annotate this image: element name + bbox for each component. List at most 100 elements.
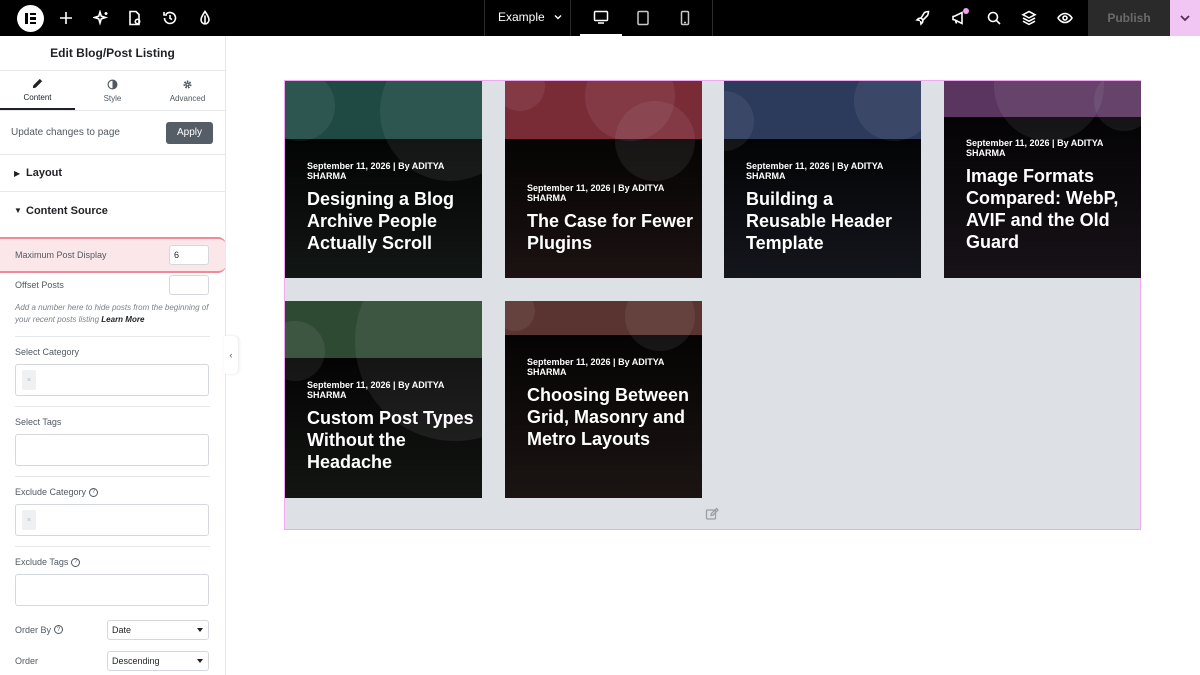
caret-down-icon: ▼ bbox=[14, 206, 22, 215]
order-by-select[interactable]: Date bbox=[107, 619, 209, 640]
plus-icon[interactable] bbox=[57, 9, 75, 27]
chip-placeholder: × bbox=[22, 370, 36, 390]
sparkle-icon[interactable] bbox=[92, 9, 110, 27]
post-meta: September 11, 2026 | By ADITYA SHARMA bbox=[527, 357, 665, 377]
offset-label: Offset Posts bbox=[15, 280, 64, 290]
post-card[interactable]: September 11, 2026 | By ADITYA SHARMA Cus… bbox=[285, 301, 482, 498]
tab-content[interactable]: Content bbox=[0, 71, 75, 110]
caret-down-icon bbox=[197, 627, 203, 632]
post-meta: September 11, 2026 | By ADITYA SHARMA bbox=[307, 380, 445, 400]
post-title[interactable]: Choosing Between Grid, Masonry and Metro… bbox=[527, 384, 697, 450]
order-value: Descending bbox=[112, 655, 160, 666]
tab-content-label: Content bbox=[23, 92, 52, 102]
search-icon[interactable] bbox=[985, 9, 1003, 27]
decorative-circle bbox=[615, 101, 695, 181]
select-tags-input[interactable] bbox=[15, 434, 209, 466]
post-title[interactable]: The Case for Fewer Plugins bbox=[527, 210, 697, 254]
apply-button[interactable]: Apply bbox=[166, 121, 213, 144]
separator bbox=[570, 0, 571, 36]
editor-panel: Edit Blog/Post Listing Content Style Adv… bbox=[0, 36, 226, 675]
select-category-input[interactable]: × bbox=[15, 364, 209, 396]
order-label: Order bbox=[15, 655, 39, 666]
desktop-icon[interactable] bbox=[580, 0, 622, 36]
post-card[interactable]: September 11, 2026 | By ADITYA SHARMA Des… bbox=[285, 81, 482, 278]
publish-options-button[interactable] bbox=[1170, 0, 1200, 36]
page-settings-icon[interactable] bbox=[126, 9, 144, 27]
layers-icon[interactable] bbox=[1020, 9, 1038, 27]
history-icon[interactable] bbox=[161, 9, 179, 27]
post-title[interactable]: Image Formats Compared: WebP, AVIF and t… bbox=[966, 165, 1136, 253]
post-card[interactable]: September 11, 2026 | By ADITYA SHARMA Ima… bbox=[944, 81, 1141, 278]
order-by-row: Order By ? Date bbox=[0, 614, 225, 645]
offset-hint: Add a number here to hide posts from the… bbox=[0, 302, 225, 326]
page-name: Example bbox=[498, 10, 545, 24]
update-row: Update changes to page Apply bbox=[0, 111, 225, 155]
select-category-label: Select Category bbox=[0, 337, 225, 357]
post-card[interactable]: September 11, 2026 | By ADITYA SHARMA Cho… bbox=[505, 301, 702, 498]
elementor-logo-icon[interactable] bbox=[17, 5, 44, 32]
post-title[interactable]: Building a Reusable Header Template bbox=[746, 188, 916, 254]
max-post-label: Maximum Post Display bbox=[15, 250, 107, 260]
order-by-label: Order By ? bbox=[15, 624, 64, 635]
exclude-tags-input[interactable] bbox=[15, 574, 209, 606]
section-layout[interactable]: ▶ Layout bbox=[0, 155, 225, 192]
exclude-category-label: Exclude Category ? bbox=[0, 477, 225, 497]
post-meta: September 11, 2026 | By ADITYA SHARMA bbox=[527, 183, 665, 203]
top-bar: Example Publish bbox=[0, 0, 1200, 36]
panel-tabs: Content Style Advanced bbox=[0, 71, 225, 111]
notification-dot bbox=[963, 8, 969, 14]
caret-right-icon: ▶ bbox=[14, 168, 21, 178]
exclude-category-label-text: Exclude Category bbox=[15, 487, 87, 497]
gear-icon bbox=[183, 79, 192, 89]
publish-button[interactable]: Publish bbox=[1088, 0, 1170, 36]
exclude-tags-label: Exclude Tags ? bbox=[0, 547, 225, 567]
chip-placeholder: × bbox=[22, 510, 36, 530]
learn-more-link[interactable]: Learn More bbox=[101, 315, 144, 324]
offset-row: Offset Posts bbox=[0, 271, 225, 299]
section-layout-label: Layout bbox=[26, 167, 63, 179]
chevron-down-icon bbox=[554, 15, 562, 20]
post-card[interactable]: September 11, 2026 | By ADITYA SHARMA Bui… bbox=[724, 81, 921, 278]
help-icon[interactable]: ? bbox=[54, 625, 64, 634]
exclude-tags-label-text: Exclude Tags bbox=[15, 557, 69, 567]
caret-down-icon bbox=[197, 658, 203, 663]
post-title[interactable]: Custom Post Types Without the Headache bbox=[307, 407, 477, 473]
offset-input[interactable] bbox=[169, 275, 209, 295]
pencil-icon bbox=[32, 78, 43, 88]
order-by-label-text: Order By bbox=[15, 624, 52, 635]
tablet-icon[interactable] bbox=[622, 0, 664, 36]
order-select[interactable]: Descending bbox=[107, 650, 209, 671]
panel-title: Edit Blog/Post Listing bbox=[0, 36, 225, 71]
select-tags-label-text: Select Tags bbox=[15, 417, 62, 427]
post-meta: September 11, 2026 | By ADITYA SHARMA bbox=[746, 161, 884, 181]
mobile-icon[interactable] bbox=[664, 0, 706, 36]
separator bbox=[712, 0, 713, 36]
chevron-down-icon bbox=[1180, 15, 1190, 22]
select-tags-label: Select Tags bbox=[0, 407, 225, 427]
eye-icon[interactable] bbox=[1056, 9, 1074, 27]
site-style-icon[interactable] bbox=[196, 9, 214, 27]
contrast-icon bbox=[107, 79, 118, 89]
max-post-row: Maximum Post Display 6 bbox=[0, 239, 225, 271]
section-content-source[interactable]: ▼ Content Source bbox=[0, 192, 225, 229]
post-title[interactable]: Designing a Blog Archive People Actually… bbox=[307, 188, 477, 254]
separator bbox=[484, 0, 485, 36]
help-icon[interactable]: ? bbox=[89, 487, 99, 497]
panel-collapse-handle[interactable]: ‹ bbox=[224, 336, 238, 374]
post-meta: September 11, 2026 | By ADITYA SHARMA bbox=[307, 161, 445, 181]
help-icon[interactable]: ? bbox=[71, 557, 81, 567]
rocket-icon[interactable] bbox=[914, 9, 932, 27]
tab-advanced[interactable]: Advanced bbox=[150, 71, 225, 110]
tab-style[interactable]: Style bbox=[75, 71, 150, 110]
tab-style-label: Style bbox=[103, 93, 122, 103]
page-selector[interactable]: Example bbox=[498, 10, 563, 24]
post-card[interactable]: September 11, 2026 | By ADITYA SHARMA The… bbox=[505, 81, 702, 278]
tab-advanced-label: Advanced bbox=[169, 93, 206, 103]
edit-widget-icon[interactable] bbox=[705, 507, 719, 521]
order-row: Order Descending bbox=[0, 645, 225, 675]
max-post-input[interactable]: 6 bbox=[169, 245, 209, 265]
post-meta: September 11, 2026 | By ADITYA SHARMA bbox=[966, 138, 1104, 158]
order-by-value: Date bbox=[112, 624, 132, 635]
exclude-category-input[interactable]: × bbox=[15, 504, 209, 536]
select-category-label-text: Select Category bbox=[15, 347, 80, 357]
